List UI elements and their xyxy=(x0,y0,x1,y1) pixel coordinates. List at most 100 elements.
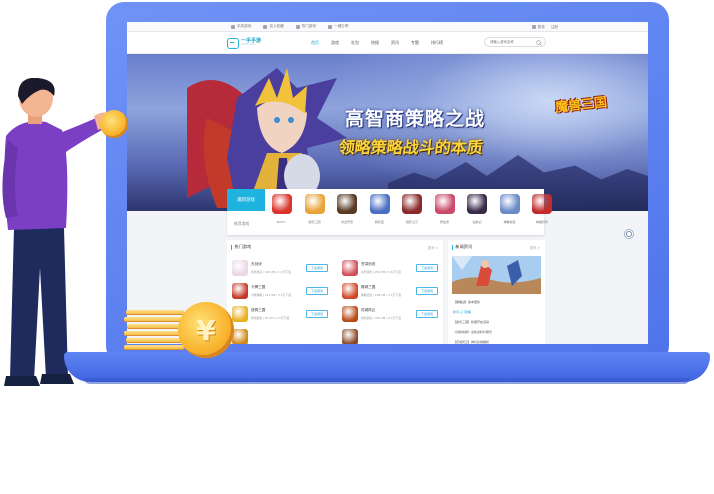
game-name: 神雕侠侣 xyxy=(503,220,516,224)
new-game-item[interactable]: 神魔封印 xyxy=(529,194,555,224)
game-icon xyxy=(232,260,248,276)
yuan-coin-icon: ¥ xyxy=(178,302,234,358)
game-icon xyxy=(342,329,358,344)
download-button[interactable]: 下载游戏 xyxy=(416,264,438,272)
gold-bar xyxy=(127,324,185,329)
logo-subtitle: 1shou.com xyxy=(241,43,256,47)
recommended-label: 推荐游戏 xyxy=(234,221,250,226)
news-item[interactable]: 新手入门攻略 xyxy=(453,310,492,314)
nav-topics[interactable]: 专题 xyxy=(405,37,425,47)
laptop-base-shadow xyxy=(84,378,690,384)
hot-game-item[interactable]: 赛城三国 策略经营 | 198.2M | 5.1万下载 下载游戏 xyxy=(342,283,438,299)
download-button[interactable]: 下载游戏 xyxy=(306,287,328,295)
register-link[interactable]: 注册 xyxy=(551,25,558,30)
nav-games[interactable]: 游戏 xyxy=(325,37,345,47)
topbar-link-share[interactable]: 一键分享 xyxy=(328,24,349,29)
hot-games-more-link[interactable]: 更多 > xyxy=(428,245,438,250)
topbar-link-favorite[interactable]: 加入收藏 xyxy=(263,24,284,29)
game-icon xyxy=(434,194,455,214)
game-icon xyxy=(232,306,248,322)
new-games-list: NUVT... 魔兽三国 寻龙传奇 叙利亚 暗影之刃 修仙录 仙侠记 神雕侠侣 神魔封印 xyxy=(269,194,555,224)
game-name: 叙利亚 xyxy=(374,220,384,224)
search-input[interactable] xyxy=(490,40,536,44)
new-game-item[interactable]: NUVT... xyxy=(269,194,295,224)
gold-bar xyxy=(124,345,184,350)
hot-game-item[interactable]: 放鸭三国休闲益智 | 87.4M | 2.4万下载 下载游戏 xyxy=(232,306,328,322)
main-nav: 首页 游戏 礼包 热搜 资讯 专题 排行榜 xyxy=(305,37,449,47)
nav-gifts[interactable]: 礼包 xyxy=(345,37,365,47)
game-name: 暗影之刃 xyxy=(405,220,418,224)
new-game-item[interactable]: 修仙录 xyxy=(432,194,458,224)
download-button[interactable]: 下载游戏 xyxy=(416,310,438,318)
game-name: 苍穹剑说 xyxy=(361,262,376,266)
armored-hero-artwork xyxy=(187,68,347,208)
share-icon xyxy=(328,24,333,29)
news-more-link[interactable]: 更多 > xyxy=(530,245,540,250)
topbar-link-mobile[interactable]: 手机游戏 xyxy=(231,24,251,29)
game-icon xyxy=(337,194,357,214)
game-name: 天剑诀 xyxy=(251,262,262,266)
nav-news[interactable]: 资讯 xyxy=(385,37,405,47)
game-name: 花城风云 xyxy=(361,308,376,312)
download-button[interactable]: 下载游戏 xyxy=(306,310,328,318)
customer-service-icon[interactable] xyxy=(624,229,634,239)
game-name: 神魔封印 xyxy=(535,220,548,224)
game-icon xyxy=(369,194,390,214)
new-game-item[interactable]: 寻龙传奇 xyxy=(334,194,360,224)
game-meta: 卡牌策略 | 212.5M | 3.3万下载 xyxy=(251,293,291,297)
small-coin-icon xyxy=(100,110,128,138)
illustration-stage: 手机游戏 加入收藏 热门游戏 一键分享 登录 注册 一手手游 1shou.com… xyxy=(0,0,714,494)
new-game-item[interactable]: 魔兽三国 xyxy=(302,194,328,224)
hot-game-item[interactable]: 苍穹剑说动作冒险 | 256.8M | 8.6万下载 下载游戏 xyxy=(342,260,438,276)
topbar-link-hot[interactable]: 热门游戏 xyxy=(295,24,316,29)
gold-bar xyxy=(126,310,184,315)
game-name: NUVT... xyxy=(276,220,288,224)
game-meta: 动作冒险 | 256.8M | 8.6万下载 xyxy=(361,270,401,274)
hot-game-item[interactable]: 卡牌三国卡牌策略 | 212.5M | 3.3万下载 下载游戏 xyxy=(232,283,328,299)
site-header: 一手手游 1shou.com 首页 游戏 礼包 热搜 资讯 专题 排行榜 xyxy=(127,32,648,54)
game-name: 放鸭三国 xyxy=(251,308,266,312)
banner-title: 高智商策略之战 xyxy=(345,108,486,130)
banner-subtitle: 领略策略战斗的本质 xyxy=(337,138,484,157)
news-item[interactable]: 《剑侠情缘》全新资料片曝光 xyxy=(453,330,492,334)
hot-game-item[interactable]: 天剑诀角色扮演 | 345.2M | 1.2万下载 下载游戏 xyxy=(232,260,328,276)
game-icon xyxy=(272,194,292,214)
news-featured-image[interactable] xyxy=(452,256,541,294)
game-icon xyxy=(342,283,358,299)
news-item[interactable]: 【策略战】版本更新 xyxy=(453,300,492,304)
news-item[interactable]: 【魔兽三国】新服开启活动 xyxy=(453,320,492,324)
topbar-account: 登录 注册 xyxy=(531,22,558,32)
hot-game-item[interactable] xyxy=(342,329,438,344)
hot-game-item[interactable] xyxy=(232,329,328,344)
download-button[interactable]: 下载游戏 xyxy=(416,287,438,295)
game-icon xyxy=(342,306,358,322)
game-icon xyxy=(232,329,248,344)
fire-icon xyxy=(295,24,300,29)
new-game-item[interactable]: 叙利亚 xyxy=(367,194,393,224)
game-meta: 休闲益智 | 87.4M | 2.4万下载 xyxy=(251,316,290,320)
new-game-item[interactable]: 仙侠记 xyxy=(464,194,490,224)
login-link[interactable]: 登录 xyxy=(531,25,545,30)
new-games-tab[interactable]: 最新游戏 xyxy=(227,189,265,211)
game-icon xyxy=(467,194,487,214)
new-game-item[interactable]: 神雕侠侣 xyxy=(497,194,523,224)
game-meta: 角色扮演 | 305.1M | 6.7万下载 xyxy=(361,316,401,320)
nav-home[interactable]: 首页 xyxy=(305,37,325,47)
game-meta: 角色扮演 | 345.2M | 1.2万下载 xyxy=(251,270,291,274)
game-icon xyxy=(232,283,248,299)
game-icon xyxy=(499,194,520,214)
user-icon xyxy=(531,25,536,29)
game-name: 卡牌三国 xyxy=(251,285,266,289)
download-button[interactable]: 下载游戏 xyxy=(306,264,328,272)
game-name: 仙侠记 xyxy=(472,220,482,224)
game-name: 赛城三国 xyxy=(361,285,376,289)
search-icon[interactable] xyxy=(536,39,542,46)
site-logo[interactable]: 一手手游 1shou.com xyxy=(227,36,261,50)
search-box xyxy=(484,37,546,47)
hero-banner[interactable]: 高智商策略之战 领略策略战斗的本质 魔兽三国 xyxy=(127,54,648,211)
nav-rankings[interactable]: 排行榜 xyxy=(425,37,449,47)
hot-game-item[interactable]: 花城风云角色扮演 | 305.1M | 6.7万下载 下载游戏 xyxy=(342,306,438,322)
new-game-item[interactable]: 暗影之刃 xyxy=(399,194,425,224)
news-item[interactable]: 【花城风云】神兵系统解析 xyxy=(453,340,492,344)
nav-trending[interactable]: 热搜 xyxy=(365,37,385,47)
